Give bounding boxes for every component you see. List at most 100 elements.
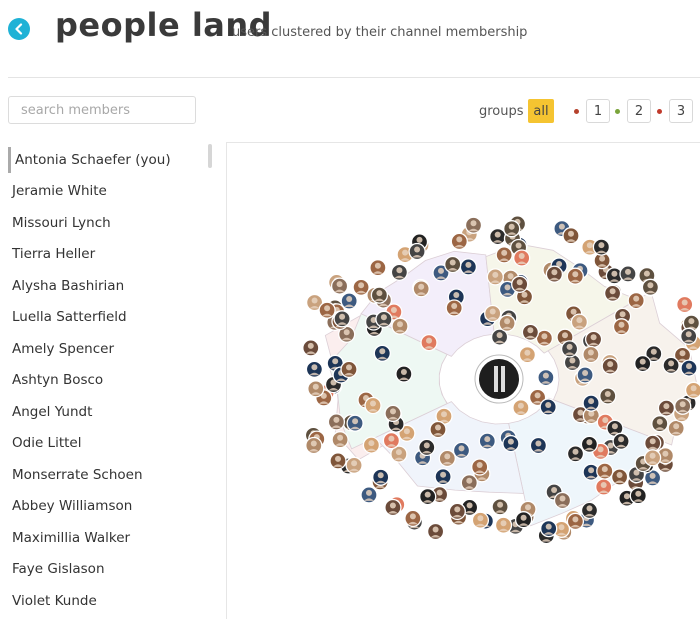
member-avatar[interactable] (448, 502, 466, 521)
member-avatar[interactable] (305, 360, 324, 378)
member-item[interactable]: Abbey Williamson (12, 493, 132, 519)
member-avatar[interactable] (426, 522, 445, 541)
member-item[interactable]: Violet Kunde (12, 588, 97, 614)
member-avatar[interactable] (464, 216, 483, 234)
member-avatar[interactable] (612, 432, 630, 450)
member-avatar[interactable] (502, 434, 520, 453)
member-avatar[interactable] (596, 462, 614, 480)
member-avatar[interactable] (486, 268, 504, 286)
member-item[interactable]: Alysha Bashirian (12, 273, 124, 299)
member-avatar[interactable] (560, 340, 579, 358)
member-avatar[interactable] (329, 452, 347, 470)
member-avatar[interactable] (302, 339, 320, 357)
member-avatar[interactable] (478, 432, 496, 450)
scrollbar-thumb[interactable] (208, 144, 212, 168)
member-avatar[interactable] (513, 249, 531, 267)
member-avatar[interactable] (634, 354, 652, 373)
member-item[interactable]: Faye Gislason (12, 556, 105, 582)
member-avatar[interactable] (566, 512, 585, 531)
people-cluster-map[interactable] (226, 142, 700, 619)
member-item[interactable]: Odie Littel (12, 430, 81, 456)
member-avatar[interactable] (418, 438, 436, 457)
member-item[interactable]: Ashtyn Bosco (12, 367, 103, 393)
member-avatar[interactable] (580, 435, 599, 453)
member-avatar[interactable] (391, 317, 409, 335)
member-avatar[interactable] (676, 295, 694, 314)
member-avatar[interactable] (644, 434, 662, 452)
member-avatar[interactable] (603, 284, 622, 302)
member-avatar[interactable] (580, 501, 599, 520)
member-avatar[interactable] (540, 519, 558, 538)
back-button[interactable] (8, 18, 30, 40)
member-avatar[interactable] (429, 420, 447, 439)
member-avatar[interactable] (438, 449, 456, 468)
member-avatar[interactable] (452, 441, 471, 460)
member-avatar[interactable] (641, 278, 660, 296)
search-input[interactable] (8, 96, 196, 124)
member-avatar[interactable] (307, 380, 325, 398)
member-avatar[interactable] (495, 246, 513, 264)
member-avatar[interactable] (512, 399, 530, 417)
member-avatar[interactable] (657, 399, 676, 417)
member-avatar[interactable] (419, 487, 437, 506)
member-avatar[interactable] (450, 232, 468, 251)
member-item[interactable]: Jeramie White (12, 178, 107, 204)
member-item[interactable]: Angel Yundt (12, 399, 92, 425)
member-avatar[interactable] (340, 360, 358, 379)
member-avatar[interactable] (674, 397, 692, 415)
member-item[interactable]: Monserrate Schoen (12, 462, 143, 488)
member-avatar[interactable] (582, 394, 600, 412)
member-avatar[interactable] (471, 511, 490, 529)
member-avatar[interactable] (373, 344, 391, 362)
member-avatar[interactable] (651, 415, 669, 433)
member-item[interactable]: Antonia Schaefer (you) (8, 147, 171, 173)
member-avatar[interactable] (484, 304, 502, 323)
member-avatar[interactable] (612, 318, 631, 336)
member-avatar[interactable] (384, 498, 402, 517)
current-user-avatar[interactable] (474, 354, 524, 404)
member-item[interactable]: Tierra Heller (12, 241, 95, 267)
member-avatar[interactable] (680, 327, 698, 345)
member-avatar[interactable] (537, 368, 555, 387)
member-avatar[interactable] (327, 413, 346, 431)
member-avatar[interactable] (627, 291, 645, 310)
member-avatar[interactable] (562, 227, 580, 245)
member-avatar[interactable] (529, 436, 548, 455)
member-avatar[interactable] (346, 414, 364, 432)
member-item[interactable]: Missouri Lynch (12, 210, 111, 236)
member-avatar[interactable] (305, 436, 323, 455)
member-avatar[interactable] (384, 404, 402, 423)
member-avatar[interactable] (514, 511, 533, 529)
member-avatar[interactable] (364, 396, 382, 415)
member-avatar[interactable] (566, 267, 584, 285)
member-avatar[interactable] (375, 310, 393, 328)
member-avatar[interactable] (680, 359, 698, 377)
member-avatar[interactable] (444, 255, 462, 274)
member-avatar[interactable] (511, 275, 529, 293)
member-avatar[interactable] (553, 491, 572, 510)
member-avatar[interactable] (420, 333, 438, 352)
member-avatar[interactable] (360, 486, 378, 504)
member-avatar[interactable] (667, 419, 685, 437)
member-avatar[interactable] (582, 345, 600, 364)
member-avatar[interactable] (382, 431, 401, 450)
member-avatar[interactable] (340, 292, 358, 310)
member-avatar[interactable] (570, 313, 589, 331)
member-avatar[interactable] (331, 431, 349, 449)
member-avatar[interactable] (545, 265, 564, 283)
member-avatar[interactable] (629, 487, 647, 505)
member-avatar[interactable] (491, 498, 509, 516)
member-avatar[interactable] (445, 299, 463, 317)
member-avatar[interactable] (592, 238, 611, 256)
member-avatar[interactable] (518, 346, 537, 364)
member-avatar[interactable] (643, 449, 662, 467)
member-avatar[interactable] (610, 468, 629, 486)
member-avatar[interactable] (599, 387, 617, 405)
member-item[interactable]: Luella Satterfield (12, 304, 127, 330)
member-avatar[interactable] (404, 509, 422, 528)
member-avatar[interactable] (494, 516, 513, 534)
member-avatar[interactable] (460, 474, 478, 492)
member-avatar[interactable] (395, 365, 413, 383)
member-avatar[interactable] (498, 314, 516, 332)
member-avatar[interactable] (601, 357, 619, 375)
